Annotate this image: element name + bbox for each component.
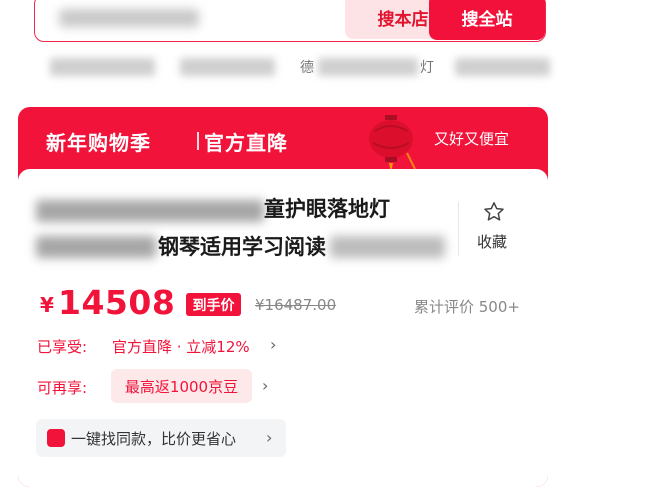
jingdou-rebate-pill[interactable]: 最高返1000京豆 — [111, 369, 252, 403]
star-icon[interactable] — [482, 200, 506, 224]
promo-title: 新年购物季 — [46, 131, 151, 155]
final-price-tag: 到手价 — [186, 293, 241, 316]
hot-word-char: 灯 — [420, 60, 434, 76]
find-similar-label: 一键找同款，比价更省心 — [71, 430, 237, 448]
chevron-right-icon[interactable]: › — [270, 335, 276, 354]
more-offer-label: 可再享: — [37, 379, 88, 397]
enjoyed-label: 已享受: — [37, 338, 88, 356]
lantern-icon — [369, 115, 416, 173]
reviews-count[interactable]: 累计评价 500+ — [414, 296, 520, 317]
search-bar[interactable]: 搜本店 搜全站 — [34, 0, 546, 42]
product-title-blurred — [36, 200, 264, 222]
product-title-blurred — [330, 236, 445, 258]
chevron-right-icon[interactable]: › — [262, 376, 268, 395]
promo-divider — [197, 132, 199, 150]
original-price: ¥16487.00 — [255, 296, 337, 314]
price-value: 14508 — [58, 283, 176, 322]
promo-slogan: 又好又便宜 — [434, 130, 510, 148]
search-query-blurred — [59, 9, 199, 27]
product-title-blurred — [36, 236, 156, 258]
product-title-line1[interactable]: 童护眼落地灯 — [264, 193, 390, 223]
find-similar-button[interactable]: 一键找同款，比价更省心 — [36, 419, 286, 457]
search-all-button[interactable]: 搜全站 — [429, 0, 545, 40]
hot-word[interactable] — [455, 58, 550, 76]
enjoyed-value[interactable]: 官方直降 · 立减12% — [112, 336, 250, 357]
promo-subtitle: 官方直降 — [204, 131, 288, 155]
price-symbol: ¥ — [40, 293, 54, 317]
hot-word[interactable] — [318, 58, 418, 76]
chevron-right-icon[interactable]: › — [266, 428, 272, 447]
hot-word-char: 德 — [300, 60, 314, 76]
similar-icon — [47, 429, 65, 447]
favorite-divider — [458, 202, 459, 256]
hot-word[interactable] — [180, 58, 275, 76]
product-title-line2[interactable]: 钢琴适用学习阅读 — [158, 231, 326, 261]
hot-word[interactable] — [50, 58, 155, 76]
favorite-label[interactable]: 收藏 — [477, 231, 507, 252]
